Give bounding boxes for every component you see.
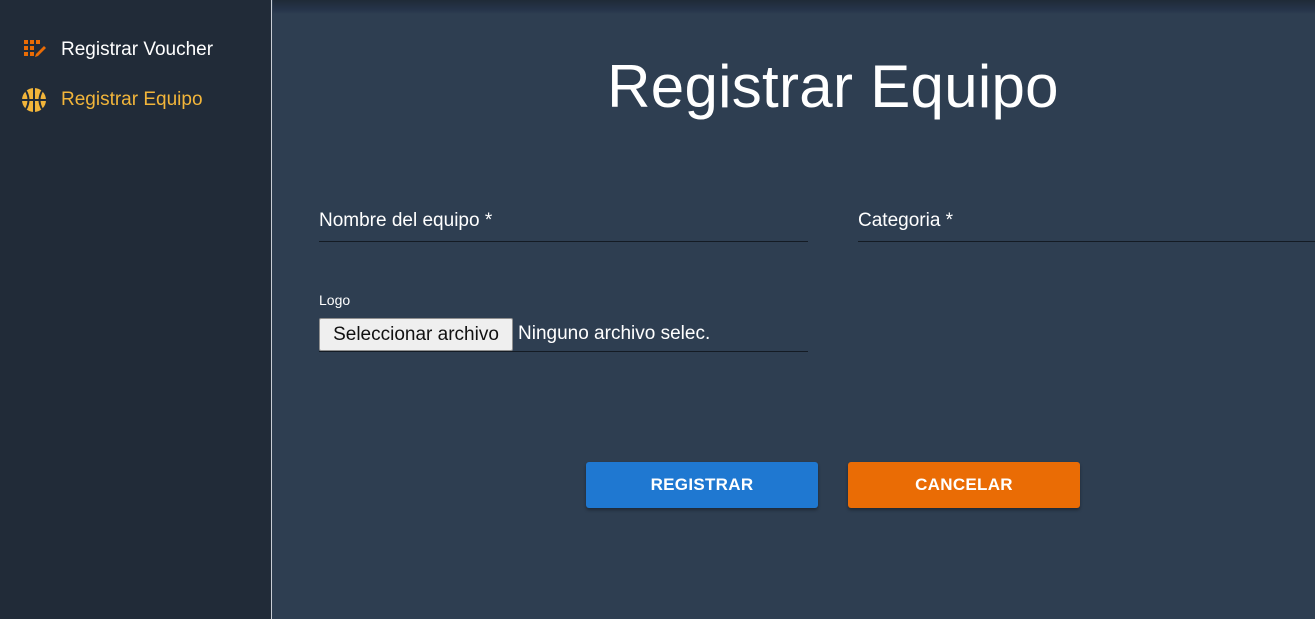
top-bar: [273, 0, 1315, 14]
categoria-label: Categoria *: [858, 210, 954, 231]
file-status-text: Ninguno archivo selec.: [518, 323, 711, 344]
logo-label: Logo: [319, 292, 351, 308]
logo-file-input: Seleccionar archivo Ninguno archivo sele…: [319, 316, 808, 352]
categoria-field[interactable]: Categoria *: [858, 200, 1315, 242]
select-file-button[interactable]: Seleccionar archivo: [319, 318, 513, 351]
voucher-grid-icon: [21, 37, 47, 63]
nombre-equipo-field[interactable]: Nombre del equipo *: [319, 200, 808, 242]
sidebar: Registrar Voucher Registrar Equipo: [0, 0, 272, 619]
app-window: Registrar Voucher Registrar Equipo Regis…: [0, 0, 1315, 619]
sidebar-item-label: Registrar Voucher: [61, 39, 214, 60]
sidebar-item-registrar-voucher[interactable]: Registrar Voucher: [0, 30, 271, 70]
nombre-equipo-label: Nombre del equipo *: [319, 210, 493, 231]
cancelar-button[interactable]: CANCELAR: [848, 462, 1080, 508]
registrar-button[interactable]: REGISTRAR: [586, 462, 818, 508]
sidebar-item-label: Registrar Equipo: [61, 89, 203, 110]
page-title: Registrar Equipo: [607, 53, 1059, 120]
main-content: Registrar Equipo Nombre del equipo * Cat…: [273, 0, 1315, 619]
basketball-icon: [21, 87, 47, 113]
sidebar-item-registrar-equipo[interactable]: Registrar Equipo: [0, 80, 271, 120]
